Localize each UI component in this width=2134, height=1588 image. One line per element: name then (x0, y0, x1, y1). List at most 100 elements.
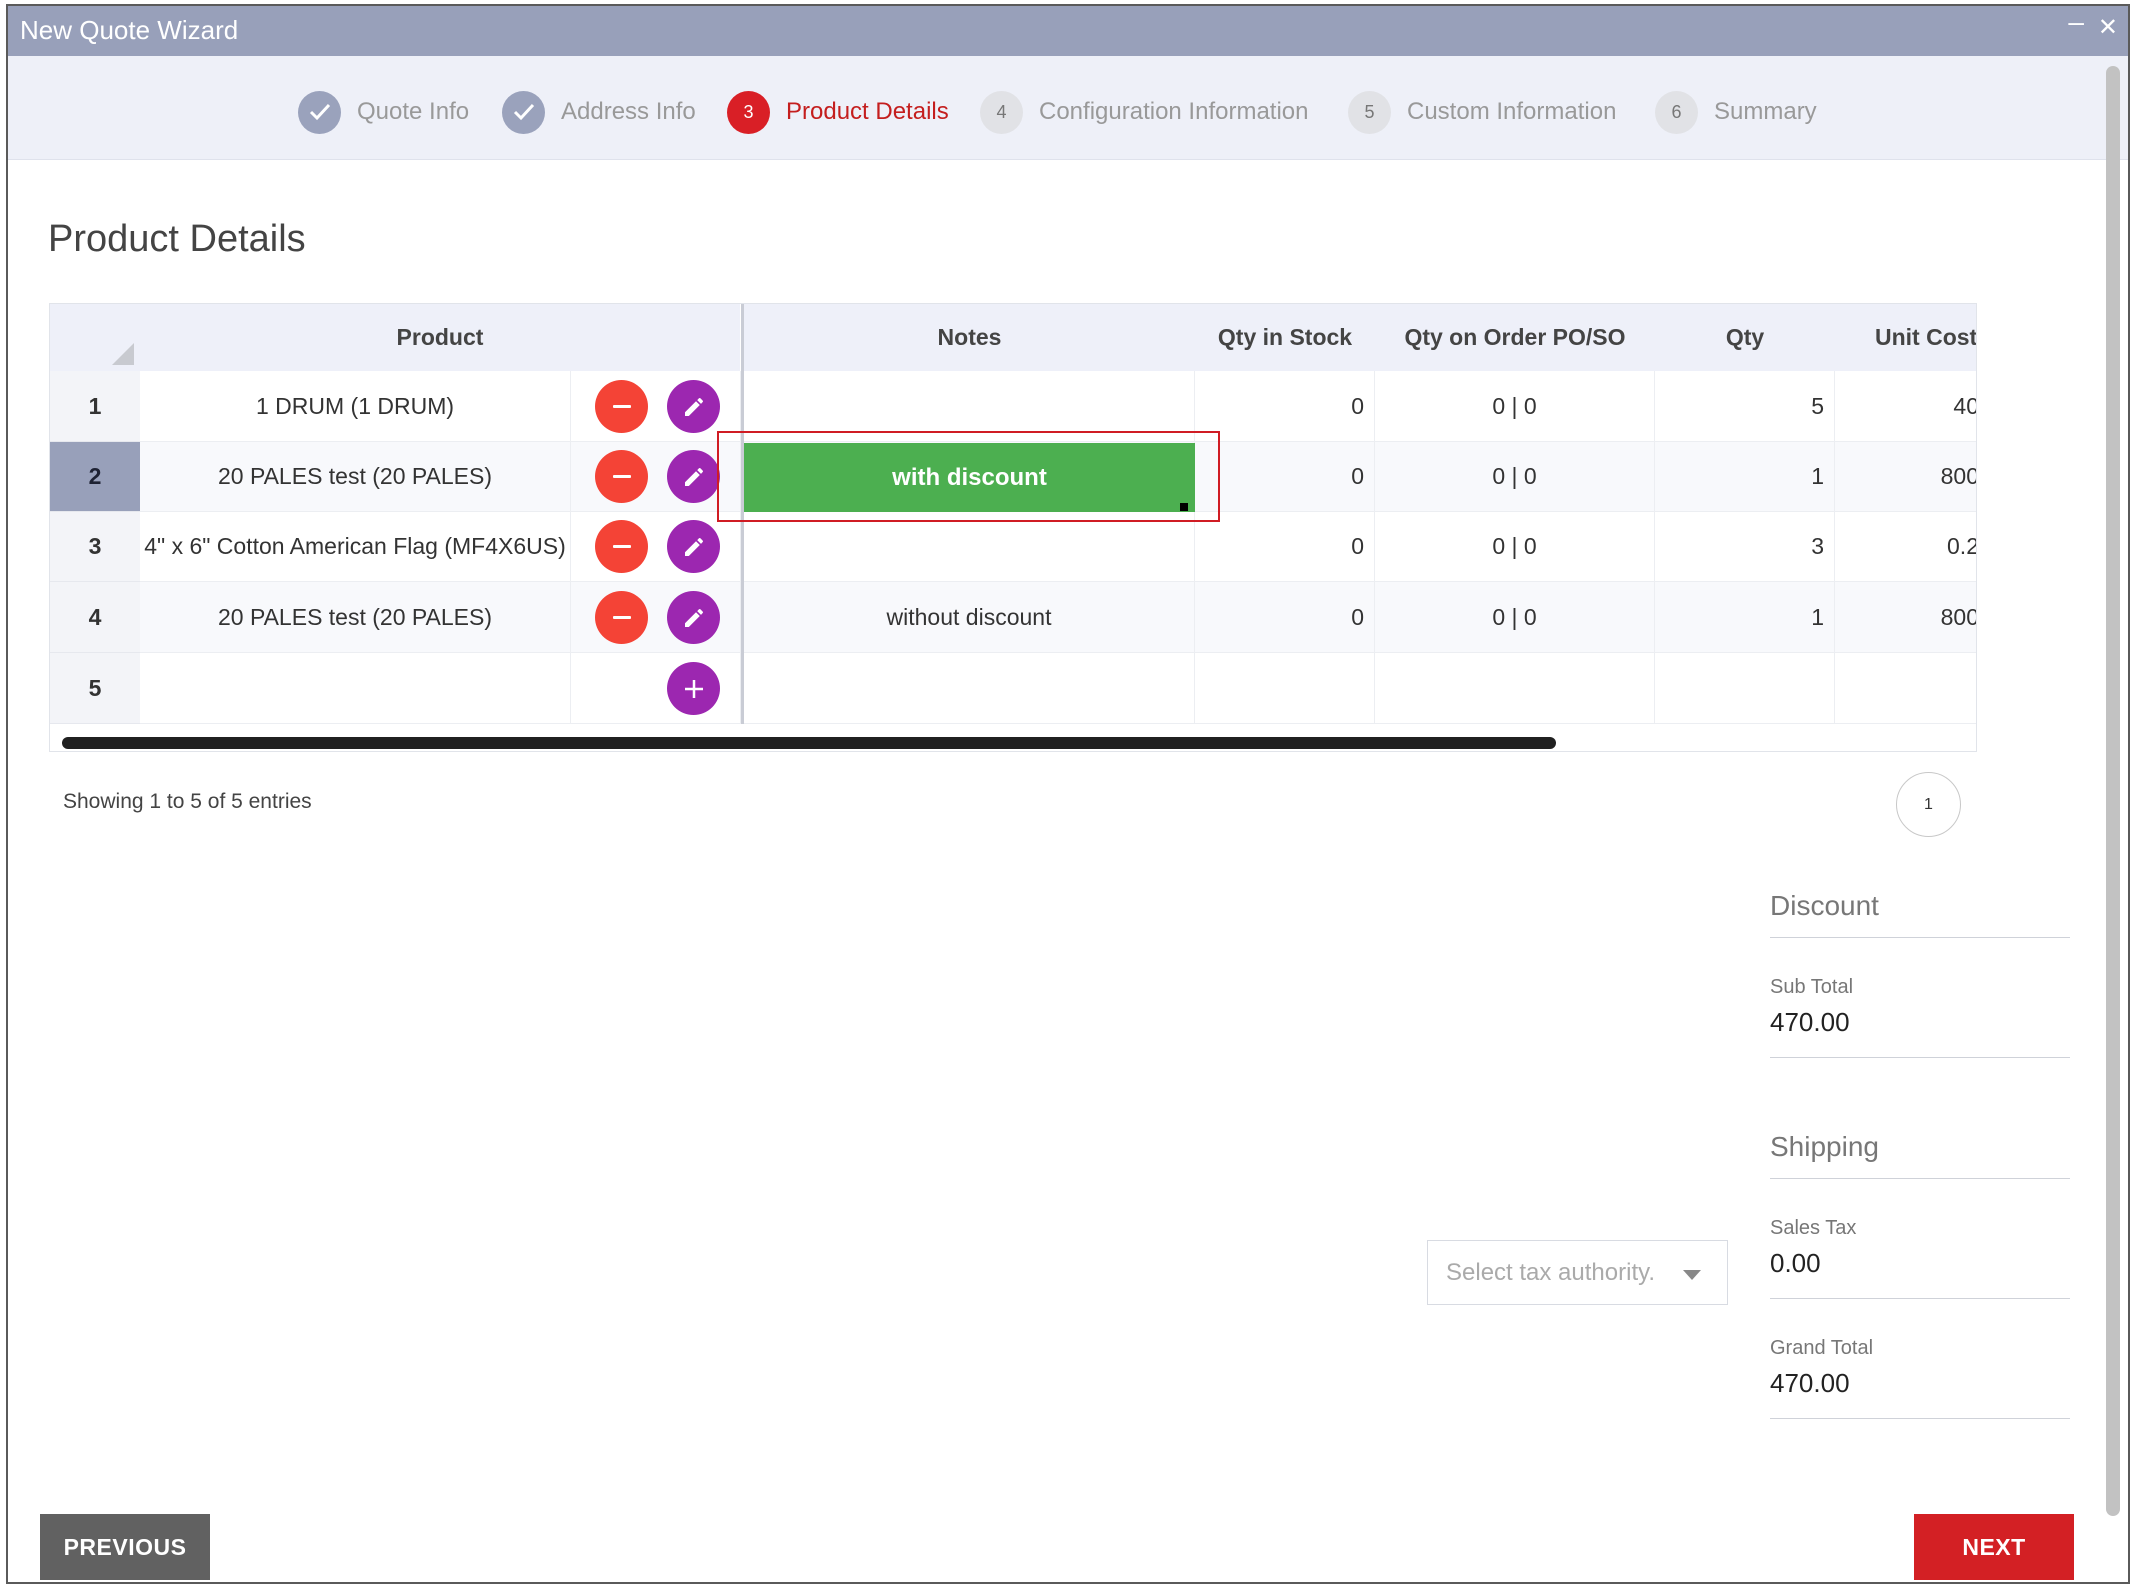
edit-row-button[interactable] (667, 591, 720, 644)
pagination-page-button[interactable]: 1 (1896, 772, 1961, 837)
qty-cell[interactable]: 5 (1655, 371, 1835, 442)
unit-cost-cell[interactable]: 800 (1835, 442, 1976, 512)
window-title: New Quote Wizard (20, 15, 239, 45)
qty-cell[interactable]: 3 (1655, 512, 1835, 582)
pencil-icon (684, 608, 703, 627)
edit-row-button[interactable] (667, 450, 720, 503)
step-summary[interactable]: 6 Summary (1655, 90, 1817, 134)
minus-icon (612, 405, 631, 408)
tax-authority-placeholder: Select tax authority. (1446, 1258, 1655, 1286)
product-cell[interactable]: 1 DRUM (1 DRUM) (140, 371, 571, 442)
step-quote-info[interactable]: Quote Info (298, 90, 469, 134)
minus-icon (612, 475, 631, 478)
qty-in-stock-cell[interactable]: 0 (1195, 512, 1375, 582)
entries-info: Showing 1 to 5 of 5 entries (63, 790, 312, 813)
plus-icon (684, 679, 703, 698)
step-custom-information[interactable]: 5 Custom Information (1348, 90, 1616, 134)
notes-cell[interactable]: without discount (744, 582, 1195, 653)
step-label: Product Details (786, 98, 949, 125)
row-number[interactable]: 2 (50, 442, 140, 512)
fill-handle[interactable] (1180, 503, 1188, 511)
product-grid: Product Notes Qty in Stock Qty on Order … (49, 303, 1977, 752)
step-number: 5 (1348, 90, 1391, 134)
minus-icon (612, 545, 631, 548)
close-icon[interactable]: ✕ (2098, 16, 2118, 40)
minimize-icon[interactable]: – (2068, 8, 2084, 36)
edit-row-button[interactable] (667, 380, 720, 433)
row-number[interactable]: 1 (50, 371, 140, 442)
title-bar: New Quote Wizard – ✕ (8, 6, 2128, 56)
remove-row-button[interactable] (595, 520, 648, 573)
qty-on-order-cell[interactable] (1375, 653, 1655, 724)
unit-cost-cell[interactable]: 40 (1835, 371, 1976, 442)
remove-row-button[interactable] (595, 380, 648, 433)
column-header-notes[interactable]: Notes (744, 304, 1195, 371)
notes-cell[interactable] (744, 512, 1195, 582)
tax-authority-select[interactable]: Select tax authority. (1427, 1240, 1728, 1305)
step-label: Custom Information (1407, 98, 1617, 125)
discount-section: Discount (1770, 890, 2070, 938)
subtotal-value: 470.00 (1770, 1007, 1850, 1037)
unit-cost-cell[interactable] (1835, 653, 1976, 724)
column-header-qty-on-order[interactable]: Qty on Order PO/SO (1375, 304, 1655, 371)
quote-wizard-window: New Quote Wizard – ✕ Quote Info Address … (6, 4, 2130, 1584)
vertical-scrollbar[interactable] (2106, 66, 2120, 1516)
step-product-details[interactable]: 3 Product Details (727, 90, 949, 134)
product-cell[interactable]: 20 PALES test (20 PALES) (140, 442, 571, 512)
row-number[interactable]: 3 (50, 512, 140, 582)
column-header-unit-cost[interactable]: Unit Cost (1835, 304, 1976, 371)
unit-cost-cell[interactable]: 0.2 (1835, 512, 1976, 582)
sales-tax-label: Sales Tax (1770, 1217, 1857, 1239)
column-header-product[interactable]: Product (140, 304, 740, 371)
check-icon (502, 90, 545, 134)
step-label: Configuration Information (1039, 98, 1309, 125)
notes-cell[interactable] (744, 653, 1195, 724)
previous-button[interactable]: PREVIOUS (40, 1514, 210, 1580)
qty-in-stock-cell[interactable] (1195, 653, 1375, 724)
remove-row-button[interactable] (595, 450, 648, 503)
sales-tax-section: Sales Tax 0.00 (1770, 1217, 2070, 1299)
step-number: 3 (727, 90, 770, 134)
qty-on-order-cell[interactable]: 0 | 0 (1375, 371, 1655, 442)
corner-header[interactable] (50, 304, 140, 371)
qty-in-stock-cell[interactable]: 0 (1195, 582, 1375, 653)
unit-cost-cell[interactable]: 800 (1835, 582, 1976, 653)
qty-on-order-cell[interactable]: 0 | 0 (1375, 442, 1655, 512)
step-label: Address Info (561, 98, 696, 125)
corner-triangle-icon (112, 343, 134, 365)
row-number[interactable]: 4 (50, 582, 140, 653)
chevron-down-icon (1683, 1270, 1701, 1280)
qty-on-order-cell[interactable]: 0 | 0 (1375, 582, 1655, 653)
qty-cell[interactable]: 1 (1655, 442, 1835, 512)
qty-cell[interactable]: 1 (1655, 582, 1835, 653)
qty-on-order-cell[interactable]: 0 | 0 (1375, 512, 1655, 582)
next-button[interactable]: NEXT (1914, 1514, 2074, 1580)
discount-label: Discount (1770, 890, 1879, 921)
column-header-qty-in-stock[interactable]: Qty in Stock (1195, 304, 1375, 371)
product-cell[interactable]: 20 PALES test (20 PALES) (140, 582, 571, 653)
add-row-button[interactable] (667, 662, 720, 715)
qty-in-stock-cell[interactable]: 0 (1195, 442, 1375, 512)
grand-total-value: 470.00 (1770, 1368, 1850, 1398)
step-address-info[interactable]: Address Info (502, 90, 696, 134)
step-configuration-information[interactable]: 4 Configuration Information (980, 90, 1308, 134)
subtotal-section: Sub Total 470.00 (1770, 976, 2070, 1058)
column-header-qty[interactable]: Qty (1655, 304, 1835, 371)
subtotal-label: Sub Total (1770, 976, 1854, 998)
horizontal-scrollbar[interactable] (62, 737, 1556, 749)
step-label: Quote Info (357, 98, 470, 125)
step-label: Summary (1714, 98, 1817, 125)
pencil-icon (684, 397, 703, 416)
qty-in-stock-cell[interactable]: 0 (1195, 371, 1375, 442)
product-cell[interactable]: 4" x 6" Cotton American Flag (MF4X6US) (140, 512, 571, 582)
step-number: 4 (980, 90, 1023, 134)
pencil-icon (684, 537, 703, 556)
shipping-section[interactable]: Shipping (1770, 1131, 2070, 1179)
page-title: Product Details (48, 218, 306, 260)
qty-cell[interactable] (1655, 653, 1835, 724)
remove-row-button[interactable] (595, 591, 648, 644)
shipping-label: Shipping (1770, 1131, 1879, 1162)
product-cell[interactable] (140, 653, 571, 724)
edit-row-button[interactable] (667, 520, 720, 573)
row-number[interactable]: 5 (50, 653, 140, 724)
